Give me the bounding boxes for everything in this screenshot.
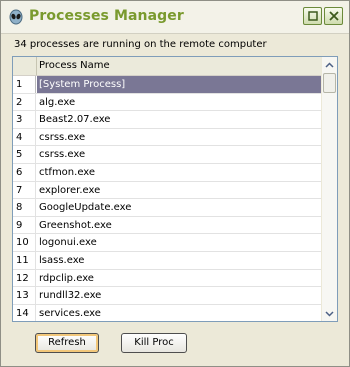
table-row[interactable]: 6 ctfmon.exe bbox=[13, 163, 323, 182]
chevron-down-icon bbox=[325, 310, 334, 317]
row-number: 9 bbox=[13, 216, 36, 234]
process-name: csrss.exe bbox=[39, 149, 86, 161]
row-number: 14 bbox=[13, 304, 36, 321]
row-number: 8 bbox=[13, 199, 36, 216]
close-button[interactable] bbox=[324, 7, 343, 25]
process-name: [System Process] bbox=[37, 76, 323, 93]
process-name: alg.exe bbox=[39, 96, 76, 108]
table-row[interactable]: 10 logonui.exe bbox=[13, 234, 323, 252]
row-number: 13 bbox=[13, 287, 36, 304]
process-name: GoogleUpdate.exe bbox=[39, 202, 132, 214]
window-title: Processes Manager bbox=[29, 8, 184, 24]
table-row[interactable]: 2 alg.exe bbox=[13, 93, 323, 112]
row-number: 6 bbox=[13, 163, 36, 181]
title-bar[interactable]: Processes Manager bbox=[1, 1, 349, 34]
process-name: ctfmon.exe bbox=[39, 166, 96, 178]
process-name: explorer.exe bbox=[39, 184, 101, 196]
row-number: 5 bbox=[13, 146, 36, 163]
chevron-up-icon bbox=[325, 61, 334, 68]
minimize-button[interactable] bbox=[303, 7, 322, 25]
row-number: 12 bbox=[13, 269, 36, 287]
table-row[interactable]: 14 services.exe bbox=[13, 304, 323, 321]
row-number: 2 bbox=[13, 93, 36, 111]
row-number: 7 bbox=[13, 181, 36, 199]
row-number: 4 bbox=[13, 128, 36, 146]
processes-manager-window: Processes Manager 34 processes are runni… bbox=[0, 0, 350, 367]
row-number: 1 bbox=[13, 76, 36, 93]
close-icon bbox=[329, 11, 339, 21]
refresh-button[interactable]: Refresh bbox=[35, 333, 99, 353]
table-row[interactable]: 3 Beast2.07.exe bbox=[13, 111, 323, 129]
list-header: Process Name bbox=[13, 57, 323, 76]
process-count-status: 34 processes are running on the remote c… bbox=[14, 39, 267, 50]
kill-process-button[interactable]: Kill Proc bbox=[121, 333, 187, 353]
vertical-scrollbar[interactable] bbox=[321, 57, 337, 321]
table-row[interactable]: 1 [System Process] bbox=[13, 76, 323, 94]
column-header-process-name[interactable]: Process Name bbox=[37, 57, 325, 75]
row-number: 11 bbox=[13, 251, 36, 269]
process-name: Beast2.07.exe bbox=[39, 114, 111, 126]
table-row[interactable]: 5 csrss.exe bbox=[13, 146, 323, 164]
table-row[interactable]: 13 rundll32.exe bbox=[13, 287, 323, 305]
row-number: 10 bbox=[13, 234, 36, 251]
process-name: Greenshot.exe bbox=[39, 219, 112, 231]
table-row[interactable]: 7 explorer.exe bbox=[13, 181, 323, 200]
table-row[interactable]: 12 rdpclip.exe bbox=[13, 269, 323, 288]
list-rows: 1 [System Process] 2 alg.exe 3 Beast2.07.exe 4… bbox=[13, 76, 323, 321]
alien-icon bbox=[9, 9, 23, 25]
process-name: lsass.exe bbox=[39, 254, 85, 266]
process-name: services.exe bbox=[39, 307, 101, 319]
column-header-number[interactable] bbox=[13, 57, 37, 75]
table-row[interactable]: 11 lsass.exe bbox=[13, 251, 323, 270]
scroll-up-button[interactable] bbox=[322, 57, 337, 72]
table-row[interactable]: 8 GoogleUpdate.exe bbox=[13, 199, 323, 217]
minimize-icon bbox=[308, 11, 318, 21]
process-name: csrss.exe bbox=[39, 131, 86, 143]
process-name: logonui.exe bbox=[39, 237, 97, 249]
scroll-down-button[interactable] bbox=[322, 306, 337, 321]
process-name: rundll32.exe bbox=[39, 290, 102, 302]
table-row[interactable]: 4 csrss.exe bbox=[13, 128, 323, 147]
process-name: rdpclip.exe bbox=[39, 272, 94, 284]
process-list[interactable]: Process Name 1 [System Process] 2 alg.exe 3 B… bbox=[12, 56, 338, 322]
table-row[interactable]: 9 Greenshot.exe bbox=[13, 216, 323, 235]
row-number: 3 bbox=[13, 111, 36, 128]
scroll-thumb[interactable] bbox=[323, 73, 336, 93]
